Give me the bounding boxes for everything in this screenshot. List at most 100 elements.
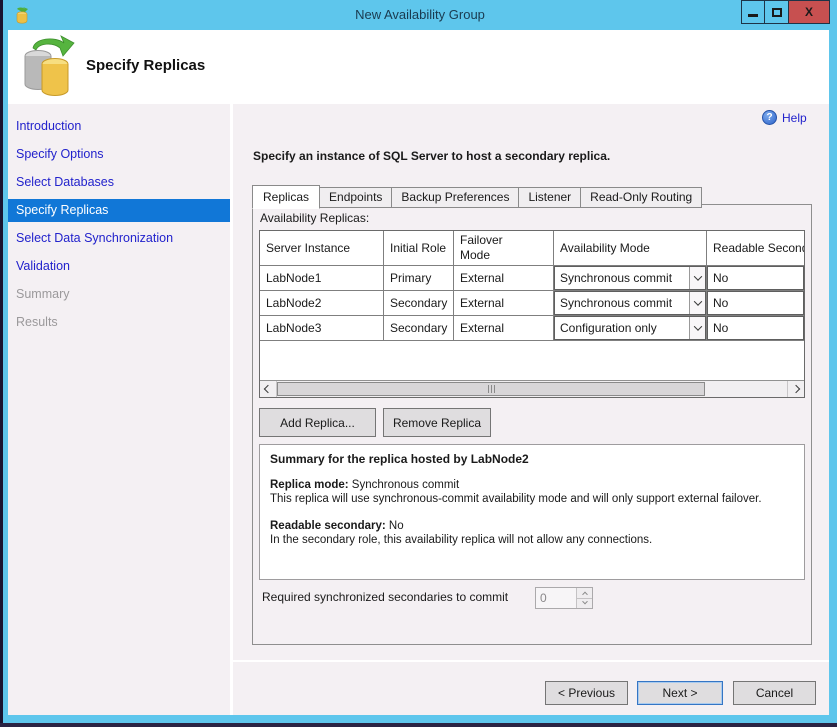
- cell-readable-secondary: No: [707, 266, 804, 290]
- required-secondaries-spinner: 0: [535, 587, 593, 609]
- readable-secondary-value[interactable]: No: [707, 316, 804, 340]
- minimize-button[interactable]: [741, 0, 765, 24]
- horizontal-scrollbar[interactable]: [260, 380, 804, 397]
- cell-initial-role: Secondary: [384, 291, 454, 315]
- cell-server-instance: LabNode1: [260, 266, 384, 290]
- grip-icon: [488, 385, 495, 393]
- sidebar-item-select-databases[interactable]: Select Databases: [8, 168, 230, 196]
- table-row[interactable]: LabNode3 Secondary External Configuratio…: [260, 316, 804, 341]
- tab-listener[interactable]: Listener: [518, 187, 581, 208]
- availability-mode-dropdown[interactable]: Synchronous commit: [554, 266, 706, 290]
- titlebar: New Availability Group X: [3, 0, 837, 30]
- replicas-table: Server Instance Initial Role Failover Mo…: [260, 231, 804, 380]
- chevron-right-icon: [792, 385, 800, 393]
- scroll-right-button[interactable]: [787, 381, 804, 397]
- sidebar-item-summary: Summary: [8, 280, 230, 308]
- tab-replicas[interactable]: Replicas: [252, 185, 320, 209]
- scrollbar-track[interactable]: [277, 381, 787, 397]
- cell-initial-role: Primary: [384, 266, 454, 290]
- tab-endpoints[interactable]: Endpoints: [319, 187, 392, 208]
- availability-replicas-label: Availability Replicas:: [260, 211, 369, 225]
- col-availability-mode: Availability Mode: [554, 231, 707, 265]
- spinner-value: 0: [536, 588, 576, 608]
- availability-mode-dropdown[interactable]: Synchronous commit: [554, 291, 706, 315]
- replica-mode-description: This replica will use synchronous-commit…: [270, 492, 794, 506]
- help-link[interactable]: ? Help: [762, 110, 807, 125]
- readable-secondary-description: In the secondary role, this availability…: [270, 533, 794, 547]
- wizard-steps-sidebar: Introduction Specify Options Select Data…: [8, 104, 230, 715]
- required-secondaries-label: Required synchronized secondaries to com…: [262, 590, 508, 604]
- col-readable-secondary: Readable Secondary: [707, 231, 804, 265]
- table-row[interactable]: LabNode1 Primary External Synchronous co…: [260, 266, 804, 291]
- chevron-left-icon: [264, 385, 272, 393]
- cell-readable-secondary: No: [707, 316, 804, 340]
- cell-availability-mode: Synchronous commit: [554, 266, 707, 290]
- help-icon: ?: [762, 110, 777, 125]
- availability-replicas-grid: Server Instance Initial Role Failover Mo…: [259, 230, 805, 398]
- instruction-text: Specify an instance of SQL Server to hos…: [253, 149, 610, 163]
- readable-secondary-value[interactable]: No: [707, 291, 804, 315]
- spinner-down-button: [577, 598, 592, 609]
- chevron-down-icon[interactable]: [689, 267, 705, 289]
- table-row[interactable]: LabNode2 Secondary External Synchronous …: [260, 291, 804, 316]
- cell-server-instance: LabNode3: [260, 316, 384, 340]
- availability-mode-dropdown[interactable]: Configuration only: [554, 316, 706, 340]
- wizard-header: Specify Replicas: [8, 30, 829, 104]
- tab-strip: Replicas Endpoints Backup Preferences Li…: [252, 185, 702, 208]
- chevron-down-icon: [582, 599, 588, 605]
- previous-button[interactable]: < Previous: [545, 681, 628, 705]
- readable-secondary-line: Readable secondary: No: [270, 519, 794, 533]
- readable-secondary-value[interactable]: No: [707, 266, 804, 290]
- replicas-icon: [21, 34, 77, 98]
- sidebar-item-select-data-synchronization[interactable]: Select Data Synchronization: [8, 224, 230, 252]
- sidebar-item-validation[interactable]: Validation: [8, 252, 230, 280]
- cell-failover-mode: External: [454, 291, 554, 315]
- col-initial-role: Initial Role: [384, 231, 454, 265]
- wizard-body: Introduction Specify Options Select Data…: [8, 104, 829, 715]
- new-availability-group-window: New Availability Group X Specify Replica…: [0, 0, 837, 727]
- footer-separator: [233, 660, 829, 662]
- help-label: Help: [782, 111, 807, 125]
- close-button[interactable]: X: [788, 0, 830, 24]
- window-title: New Availability Group: [3, 0, 837, 29]
- sidebar-item-specify-options[interactable]: Specify Options: [8, 140, 230, 168]
- spinner-up-button: [577, 588, 592, 598]
- maximize-icon: [772, 8, 782, 17]
- app-icon: [14, 6, 31, 24]
- next-button[interactable]: Next >: [637, 681, 723, 705]
- sidebar-item-introduction[interactable]: Introduction: [8, 112, 230, 140]
- summary-title: Summary for the replica hosted by LabNod…: [270, 452, 794, 466]
- cell-availability-mode: Configuration only: [554, 316, 707, 340]
- remove-replica-button[interactable]: Remove Replica: [383, 408, 491, 437]
- cell-failover-mode: External: [454, 316, 554, 340]
- cell-availability-mode: Synchronous commit: [554, 291, 707, 315]
- tab-read-only-routing[interactable]: Read-Only Routing: [580, 187, 702, 208]
- minimize-icon: [748, 14, 758, 17]
- window-controls: X: [741, 0, 830, 24]
- col-failover-mode: Failover Mode: [454, 231, 554, 265]
- maximize-button[interactable]: [764, 0, 789, 24]
- close-icon: X: [805, 5, 813, 19]
- cell-readable-secondary: No: [707, 291, 804, 315]
- chevron-down-icon[interactable]: [689, 292, 705, 314]
- page-title: Specify Replicas: [86, 57, 205, 74]
- cell-failover-mode: External: [454, 266, 554, 290]
- cell-initial-role: Secondary: [384, 316, 454, 340]
- cell-server-instance: LabNode2: [260, 291, 384, 315]
- scrollbar-thumb[interactable]: [277, 382, 705, 396]
- cancel-button[interactable]: Cancel: [733, 681, 816, 705]
- add-replica-button[interactable]: Add Replica...: [259, 408, 376, 437]
- tab-backup-preferences[interactable]: Backup Preferences: [391, 187, 519, 208]
- replicas-tab-panel: Availability Replicas: Server Instance I…: [252, 204, 812, 645]
- replica-mode-line: Replica mode: Synchronous commit: [270, 478, 794, 492]
- chevron-up-icon: [582, 591, 588, 597]
- chevron-down-icon[interactable]: [689, 317, 705, 339]
- spinner-buttons: [576, 588, 592, 608]
- scroll-left-button[interactable]: [260, 381, 277, 397]
- sidebar-item-specify-replicas[interactable]: Specify Replicas: [8, 199, 230, 222]
- replica-summary-box: Summary for the replica hosted by LabNod…: [259, 444, 805, 580]
- sidebar-item-results: Results: [8, 308, 230, 336]
- main-content: ? Help Specify an instance of SQL Server…: [233, 104, 829, 715]
- table-empty-area: [260, 341, 804, 380]
- col-server-instance: Server Instance: [260, 231, 384, 265]
